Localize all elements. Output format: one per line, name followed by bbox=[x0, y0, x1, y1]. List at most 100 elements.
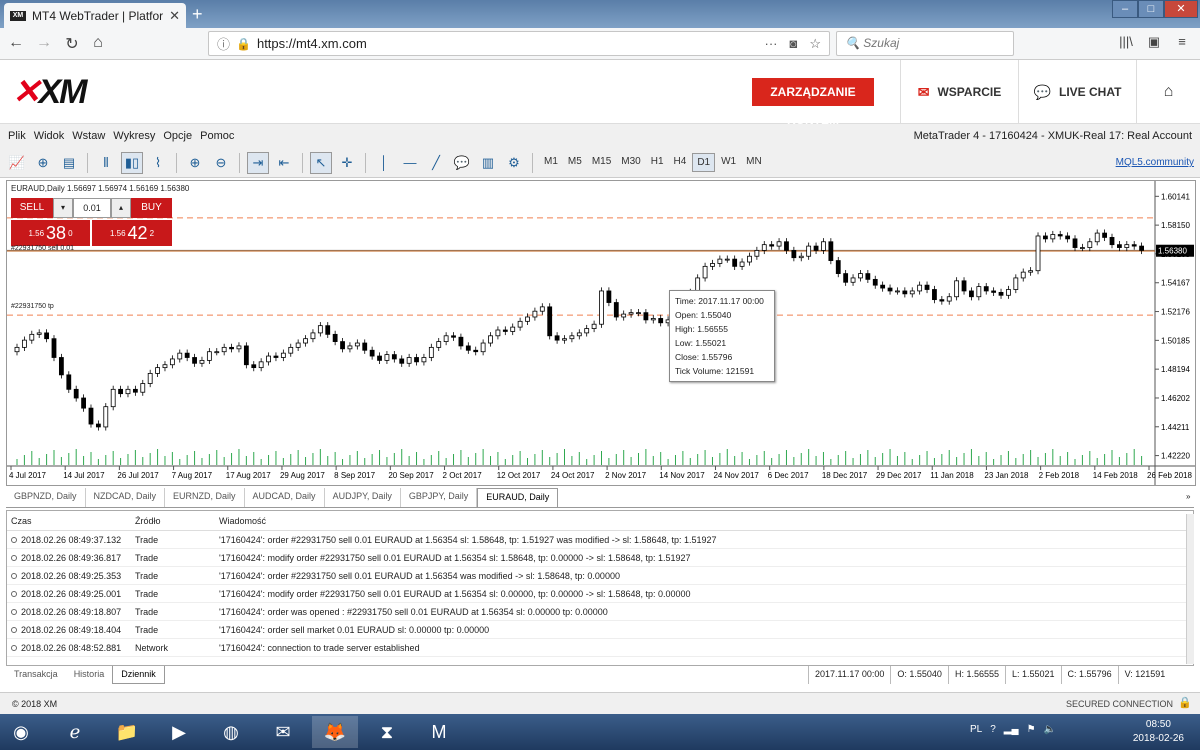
journal-row[interactable]: 2018.02.26 08:49:37.132 Trade '17160424': … bbox=[7, 531, 1193, 549]
sell-button[interactable]: SELL bbox=[11, 198, 53, 218]
sell-price-button[interactable]: 1.56 38 0 bbox=[11, 220, 90, 246]
url-bar[interactable]: ⓘ 🔒 https://mt4.xm.com ··· ◙ ☆ bbox=[208, 31, 830, 56]
library-icon[interactable]: |||\ bbox=[1116, 34, 1136, 49]
tab-close-icon[interactable]: ✕ bbox=[169, 8, 180, 24]
app-icon[interactable]: ⧗ bbox=[364, 716, 410, 748]
media-player-icon[interactable]: ▶ bbox=[156, 716, 202, 748]
periodicity-icon[interactable]: ⚙ bbox=[503, 152, 525, 174]
browser-tab[interactable]: XM MT4 WebTrader | Platforma MT ✕ bbox=[4, 3, 186, 28]
buy-button[interactable]: BUY bbox=[131, 198, 172, 218]
network-icon[interactable]: ▂▄ bbox=[1004, 724, 1019, 735]
help-icon[interactable]: ? bbox=[990, 724, 996, 735]
autoscroll-icon[interactable]: ⇥ bbox=[247, 151, 269, 174]
col-time[interactable]: Czas bbox=[7, 516, 135, 526]
maximize-icon[interactable]: □ bbox=[1138, 0, 1164, 18]
journal-row[interactable]: 2018.02.26 08:49:25.353 Trade '17160424': … bbox=[7, 567, 1193, 585]
timeframe-h1[interactable]: H1 bbox=[647, 153, 668, 172]
new-order-icon[interactable]: ⊕ bbox=[32, 152, 54, 174]
terminal-tab[interactable]: Historia bbox=[66, 666, 113, 684]
forward-icon[interactable]: → bbox=[34, 34, 54, 52]
close-window-icon[interactable]: ✕ bbox=[1164, 0, 1198, 18]
journal-scrollbar[interactable] bbox=[1186, 514, 1194, 664]
bar-chart-icon[interactable]: ⫴ bbox=[95, 152, 117, 174]
menu-help[interactable]: Pomoc bbox=[200, 130, 234, 142]
search-input[interactable]: 🔍 Szukaj bbox=[836, 31, 1014, 56]
profiles-icon[interactable]: ▤ bbox=[58, 152, 80, 174]
col-source[interactable]: Źródło bbox=[135, 516, 219, 526]
new-tab-icon[interactable]: + bbox=[192, 4, 203, 25]
journal-row[interactable]: 2018.02.26 08:49:25.001 Trade '17160424': … bbox=[7, 585, 1193, 603]
timeframe-m30[interactable]: M30 bbox=[617, 153, 644, 172]
info-icon[interactable]: ⓘ bbox=[217, 34, 230, 53]
timeframe-w1[interactable]: W1 bbox=[717, 153, 740, 172]
chrome-icon[interactable]: ◍ bbox=[208, 716, 254, 748]
journal-row[interactable]: 2018.02.26 08:49:36.817 Trade '17160424': … bbox=[7, 549, 1193, 567]
menu-file[interactable]: Plik bbox=[8, 130, 26, 142]
terminal-tab[interactable]: Dziennik bbox=[112, 666, 165, 684]
zoom-in-icon[interactable]: ⊕ bbox=[184, 152, 206, 174]
chart-tab[interactable]: EURNZD, Daily bbox=[165, 488, 245, 507]
live-chat-link[interactable]: 💬 LIVE CHAT bbox=[1018, 60, 1136, 124]
new-chart-icon[interactable]: 📈 bbox=[6, 152, 28, 174]
menu-charts[interactable]: Wykresy bbox=[113, 130, 155, 142]
zoom-out-icon[interactable]: ⊖ bbox=[210, 152, 232, 174]
explorer-icon[interactable]: 📁 bbox=[104, 716, 150, 748]
fibonacci-icon[interactable]: ▥ bbox=[477, 152, 499, 174]
outlook-icon[interactable]: ✉ bbox=[260, 716, 306, 748]
chart-tab[interactable]: NZDCAD, Daily bbox=[86, 488, 166, 507]
col-message[interactable]: Wiadomość bbox=[219, 516, 1193, 526]
bookmark-star-icon[interactable]: ☆ bbox=[809, 36, 821, 52]
timeframe-m5[interactable]: M5 bbox=[564, 153, 586, 172]
line-chart-icon[interactable]: ⌇ bbox=[147, 152, 169, 174]
flag-icon[interactable]: ⚑ bbox=[1027, 724, 1036, 735]
firefox-icon[interactable]: 🦊 bbox=[312, 716, 358, 748]
menu-options[interactable]: Opcje bbox=[163, 130, 192, 142]
ie-icon[interactable]: ℯ bbox=[52, 716, 98, 748]
timeframe-m1[interactable]: M1 bbox=[540, 153, 562, 172]
horizontal-line-icon[interactable]: — bbox=[399, 152, 421, 174]
journal-row[interactable]: 2018.02.26 08:49:18.404 Trade '17160424': … bbox=[7, 621, 1193, 639]
chart-tab[interactable]: AUDJPY, Daily bbox=[325, 488, 401, 507]
trendline-icon[interactable]: ╱ bbox=[425, 152, 447, 174]
volume-icon[interactable]: 🔈 bbox=[1044, 724, 1056, 735]
home-button[interactable]: ⌂ bbox=[1136, 60, 1200, 124]
lot-size-input[interactable]: 0.01 bbox=[73, 198, 111, 218]
timeframe-m15[interactable]: M15 bbox=[588, 153, 615, 172]
menu-icon[interactable]: ≡ bbox=[1172, 34, 1192, 49]
journal-row[interactable]: 2018.02.26 08:49:18.807 Trade '17160424': … bbox=[7, 603, 1193, 621]
language-indicator[interactable]: PL bbox=[970, 724, 982, 735]
start-icon[interactable]: ◉ bbox=[0, 716, 42, 748]
minimize-icon[interactable]: – bbox=[1112, 0, 1138, 18]
crosshair-icon[interactable]: ✛ bbox=[336, 152, 358, 174]
journal-row[interactable]: 2018.02.26 08:48:52.881 Network '17160424'… bbox=[7, 639, 1193, 657]
lot-increase-icon[interactable]: ▴ bbox=[111, 198, 131, 218]
candlestick-icon[interactable]: ▮▯ bbox=[121, 151, 143, 174]
sidebar-icon[interactable]: ▣ bbox=[1144, 34, 1164, 50]
page-actions-icon[interactable]: ··· bbox=[764, 36, 777, 52]
manage-account-button[interactable]: ZARZĄDZANIE KONTEM bbox=[752, 78, 874, 127]
timeframe-h4[interactable]: H4 bbox=[670, 153, 691, 172]
chart-tab[interactable]: GBPNZD, Daily bbox=[6, 488, 86, 507]
pocket-icon[interactable]: ◙ bbox=[789, 36, 797, 52]
text-label-icon[interactable]: 💬 bbox=[451, 152, 473, 174]
chart-area[interactable]: 1.601411.581501.561631.541671.521761.501… bbox=[6, 180, 1196, 486]
metatrader-icon[interactable]: M bbox=[416, 716, 462, 748]
menu-view[interactable]: Widok bbox=[34, 130, 65, 142]
back-icon[interactable]: ← bbox=[6, 34, 26, 52]
chart-shift-icon[interactable]: ⇤ bbox=[273, 152, 295, 174]
timeframe-mn[interactable]: MN bbox=[742, 153, 766, 172]
clock[interactable]: 08:50 2018-02-26 bbox=[1133, 718, 1184, 746]
mql5-community-link[interactable]: MQL5.community bbox=[1116, 157, 1194, 168]
support-link[interactable]: ✉ WSPARCIE bbox=[900, 60, 1018, 124]
timeframe-d1[interactable]: D1 bbox=[692, 153, 716, 172]
chart-tab[interactable]: EURAUD, Daily bbox=[477, 488, 559, 507]
terminal-tab[interactable]: Transakcja bbox=[6, 666, 66, 684]
xm-logo[interactable]: ✕XM bbox=[12, 72, 88, 112]
menu-insert[interactable]: Wstaw bbox=[72, 130, 105, 142]
chart-tab[interactable]: AUDCAD, Daily bbox=[245, 488, 325, 507]
home-icon[interactable]: ⌂ bbox=[88, 34, 108, 52]
buy-price-button[interactable]: 1.56 42 2 bbox=[92, 220, 172, 246]
vertical-line-icon[interactable]: │ bbox=[373, 152, 395, 174]
chart-tab[interactable]: GBPJPY, Daily bbox=[401, 488, 478, 507]
reload-icon[interactable]: ↻ bbox=[62, 34, 82, 54]
